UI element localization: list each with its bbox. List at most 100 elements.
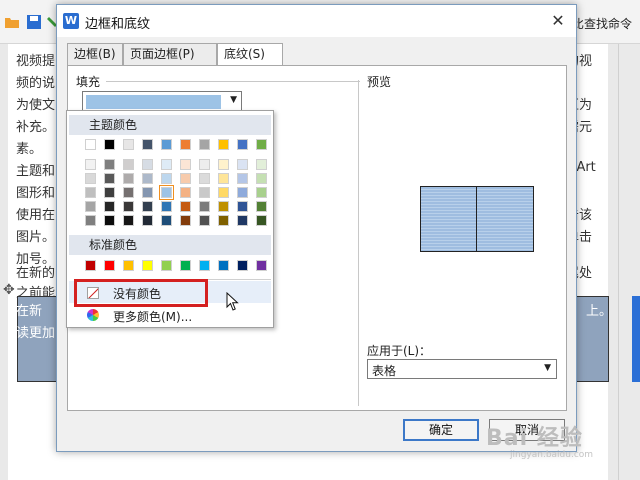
apply-to-value: 表格 bbox=[372, 364, 397, 378]
ok-button[interactable]: 确定 bbox=[403, 419, 479, 441]
theme-shade-swatch[interactable] bbox=[180, 201, 191, 212]
standard-color-swatch[interactable] bbox=[256, 260, 267, 271]
theme-shade-swatch[interactable] bbox=[123, 215, 134, 226]
theme-shade-swatch[interactable] bbox=[237, 215, 248, 226]
theme-shade-swatch[interactable] bbox=[142, 159, 153, 170]
table-cell-text: 在新 bbox=[16, 304, 43, 319]
theme-shade-swatch[interactable] bbox=[237, 159, 248, 170]
doc-line: 素。 bbox=[16, 142, 43, 157]
theme-shade-swatch[interactable] bbox=[85, 215, 96, 226]
theme-shade-swatch[interactable] bbox=[237, 187, 248, 198]
theme-color-swatch[interactable] bbox=[180, 139, 191, 150]
theme-color-swatch[interactable] bbox=[123, 139, 134, 150]
theme-shade-swatch[interactable] bbox=[256, 201, 267, 212]
doc-line: 频的说 bbox=[16, 76, 56, 91]
theme-shade-swatch[interactable] bbox=[218, 159, 229, 170]
apply-to-dropdown[interactable]: 表格 ▼ bbox=[367, 359, 557, 379]
find-command-label[interactable]: 比查找命令 bbox=[572, 15, 632, 32]
standard-color-swatch[interactable] bbox=[142, 260, 153, 271]
theme-shade-swatch[interactable] bbox=[159, 185, 174, 200]
theme-shade-swatch[interactable] bbox=[256, 187, 267, 198]
standard-color-swatch[interactable] bbox=[237, 260, 248, 271]
theme-color-swatch[interactable] bbox=[237, 139, 248, 150]
standard-color-swatch[interactable] bbox=[218, 260, 229, 271]
theme-color-swatch[interactable] bbox=[256, 139, 267, 150]
table-cell-text: 上。 bbox=[586, 304, 613, 319]
dialog-title-bar[interactable]: W 边框和底纹 ✕ bbox=[57, 5, 576, 37]
theme-shade-swatch[interactable] bbox=[104, 215, 115, 226]
theme-shade-swatch[interactable] bbox=[180, 215, 191, 226]
theme-shade-swatch[interactable] bbox=[218, 215, 229, 226]
doc-line: 使用在 bbox=[16, 208, 56, 223]
theme-shade-swatch[interactable] bbox=[104, 173, 115, 184]
theme-shade-swatch[interactable] bbox=[237, 173, 248, 184]
theme-shade-swatch[interactable] bbox=[85, 159, 96, 170]
table-cell-text: 读更加 bbox=[16, 326, 56, 341]
standard-color-swatch[interactable] bbox=[180, 260, 191, 271]
theme-color-swatch[interactable] bbox=[199, 139, 210, 150]
theme-shade-swatch[interactable] bbox=[123, 159, 134, 170]
theme-color-swatch[interactable] bbox=[161, 139, 172, 150]
theme-shade-swatch[interactable] bbox=[237, 201, 248, 212]
theme-shade-swatch[interactable] bbox=[199, 187, 210, 198]
theme-shade-swatch[interactable] bbox=[123, 173, 134, 184]
theme-shade-swatch[interactable] bbox=[85, 201, 96, 212]
preview-cell-divider bbox=[476, 187, 477, 251]
theme-shade-swatch[interactable] bbox=[123, 187, 134, 198]
theme-shade-swatch[interactable] bbox=[104, 159, 115, 170]
theme-shade-swatch[interactable] bbox=[256, 159, 267, 170]
save-icon[interactable] bbox=[26, 15, 42, 29]
theme-shade-swatch[interactable] bbox=[218, 187, 229, 198]
theme-shade-swatch[interactable] bbox=[161, 173, 172, 184]
theme-colors-header: 主题颜色 bbox=[69, 115, 271, 135]
watermark-logo: Bai 经验 bbox=[486, 426, 583, 451]
theme-shade-swatch[interactable] bbox=[85, 173, 96, 184]
standard-color-swatch[interactable] bbox=[199, 260, 210, 271]
theme-shade-swatch[interactable] bbox=[123, 201, 134, 212]
color-wheel-icon bbox=[87, 309, 99, 321]
tab-page-borders[interactable]: 页面边框(P) bbox=[123, 43, 217, 66]
table-move-handle-icon[interactable]: ✥ bbox=[3, 282, 15, 298]
standard-color-swatch[interactable] bbox=[161, 260, 172, 271]
theme-shade-swatch[interactable] bbox=[256, 215, 267, 226]
standard-color-swatch[interactable] bbox=[123, 260, 134, 271]
theme-shade-swatch[interactable] bbox=[161, 159, 172, 170]
theme-shade-swatch[interactable] bbox=[218, 173, 229, 184]
side-panel-tab[interactable] bbox=[632, 296, 640, 382]
theme-shade-swatch[interactable] bbox=[256, 173, 267, 184]
theme-shade-swatch[interactable] bbox=[104, 187, 115, 198]
theme-shade-swatch[interactable] bbox=[199, 215, 210, 226]
theme-shade-swatch[interactable] bbox=[142, 201, 153, 212]
theme-shade-swatch[interactable] bbox=[104, 201, 115, 212]
theme-shade-swatch[interactable] bbox=[161, 215, 172, 226]
theme-shade-swatch[interactable] bbox=[199, 173, 210, 184]
tab-borders[interactable]: 边框(B) bbox=[67, 43, 123, 66]
preview-label: 预览 bbox=[367, 75, 392, 89]
theme-shade-swatch[interactable] bbox=[199, 201, 210, 212]
theme-shade-swatch[interactable] bbox=[142, 187, 153, 198]
mouse-cursor-icon bbox=[226, 292, 239, 311]
theme-shade-swatch[interactable] bbox=[142, 173, 153, 184]
standard-color-swatch[interactable] bbox=[104, 260, 115, 271]
open-folder-icon[interactable] bbox=[4, 15, 20, 29]
more-colors-option[interactable]: 更多颜色(M)... bbox=[69, 305, 271, 325]
standard-color-swatch[interactable] bbox=[85, 260, 96, 271]
annotation-highlight-box bbox=[74, 279, 208, 307]
theme-shade-swatch[interactable] bbox=[180, 159, 191, 170]
theme-color-swatch[interactable] bbox=[104, 139, 115, 150]
theme-color-swatch[interactable] bbox=[85, 139, 96, 150]
doc-line: 为使文 bbox=[16, 98, 56, 113]
theme-shade-swatch[interactable] bbox=[85, 187, 96, 198]
theme-color-swatch[interactable] bbox=[142, 139, 153, 150]
theme-shade-swatch[interactable] bbox=[218, 201, 229, 212]
tab-shading[interactable]: 底纹(S) bbox=[217, 43, 283, 67]
theme-shade-swatch[interactable] bbox=[199, 159, 210, 170]
theme-shade-swatch[interactable] bbox=[161, 201, 172, 212]
close-button[interactable]: ✕ bbox=[548, 11, 568, 31]
theme-shade-swatch[interactable] bbox=[142, 215, 153, 226]
theme-color-swatch[interactable] bbox=[218, 139, 229, 150]
chevron-down-icon[interactable]: ▼ bbox=[230, 95, 237, 105]
theme-shade-swatch[interactable] bbox=[180, 187, 191, 198]
theme-shade-swatch[interactable] bbox=[180, 173, 191, 184]
chevron-down-icon[interactable]: ▼ bbox=[544, 363, 551, 373]
